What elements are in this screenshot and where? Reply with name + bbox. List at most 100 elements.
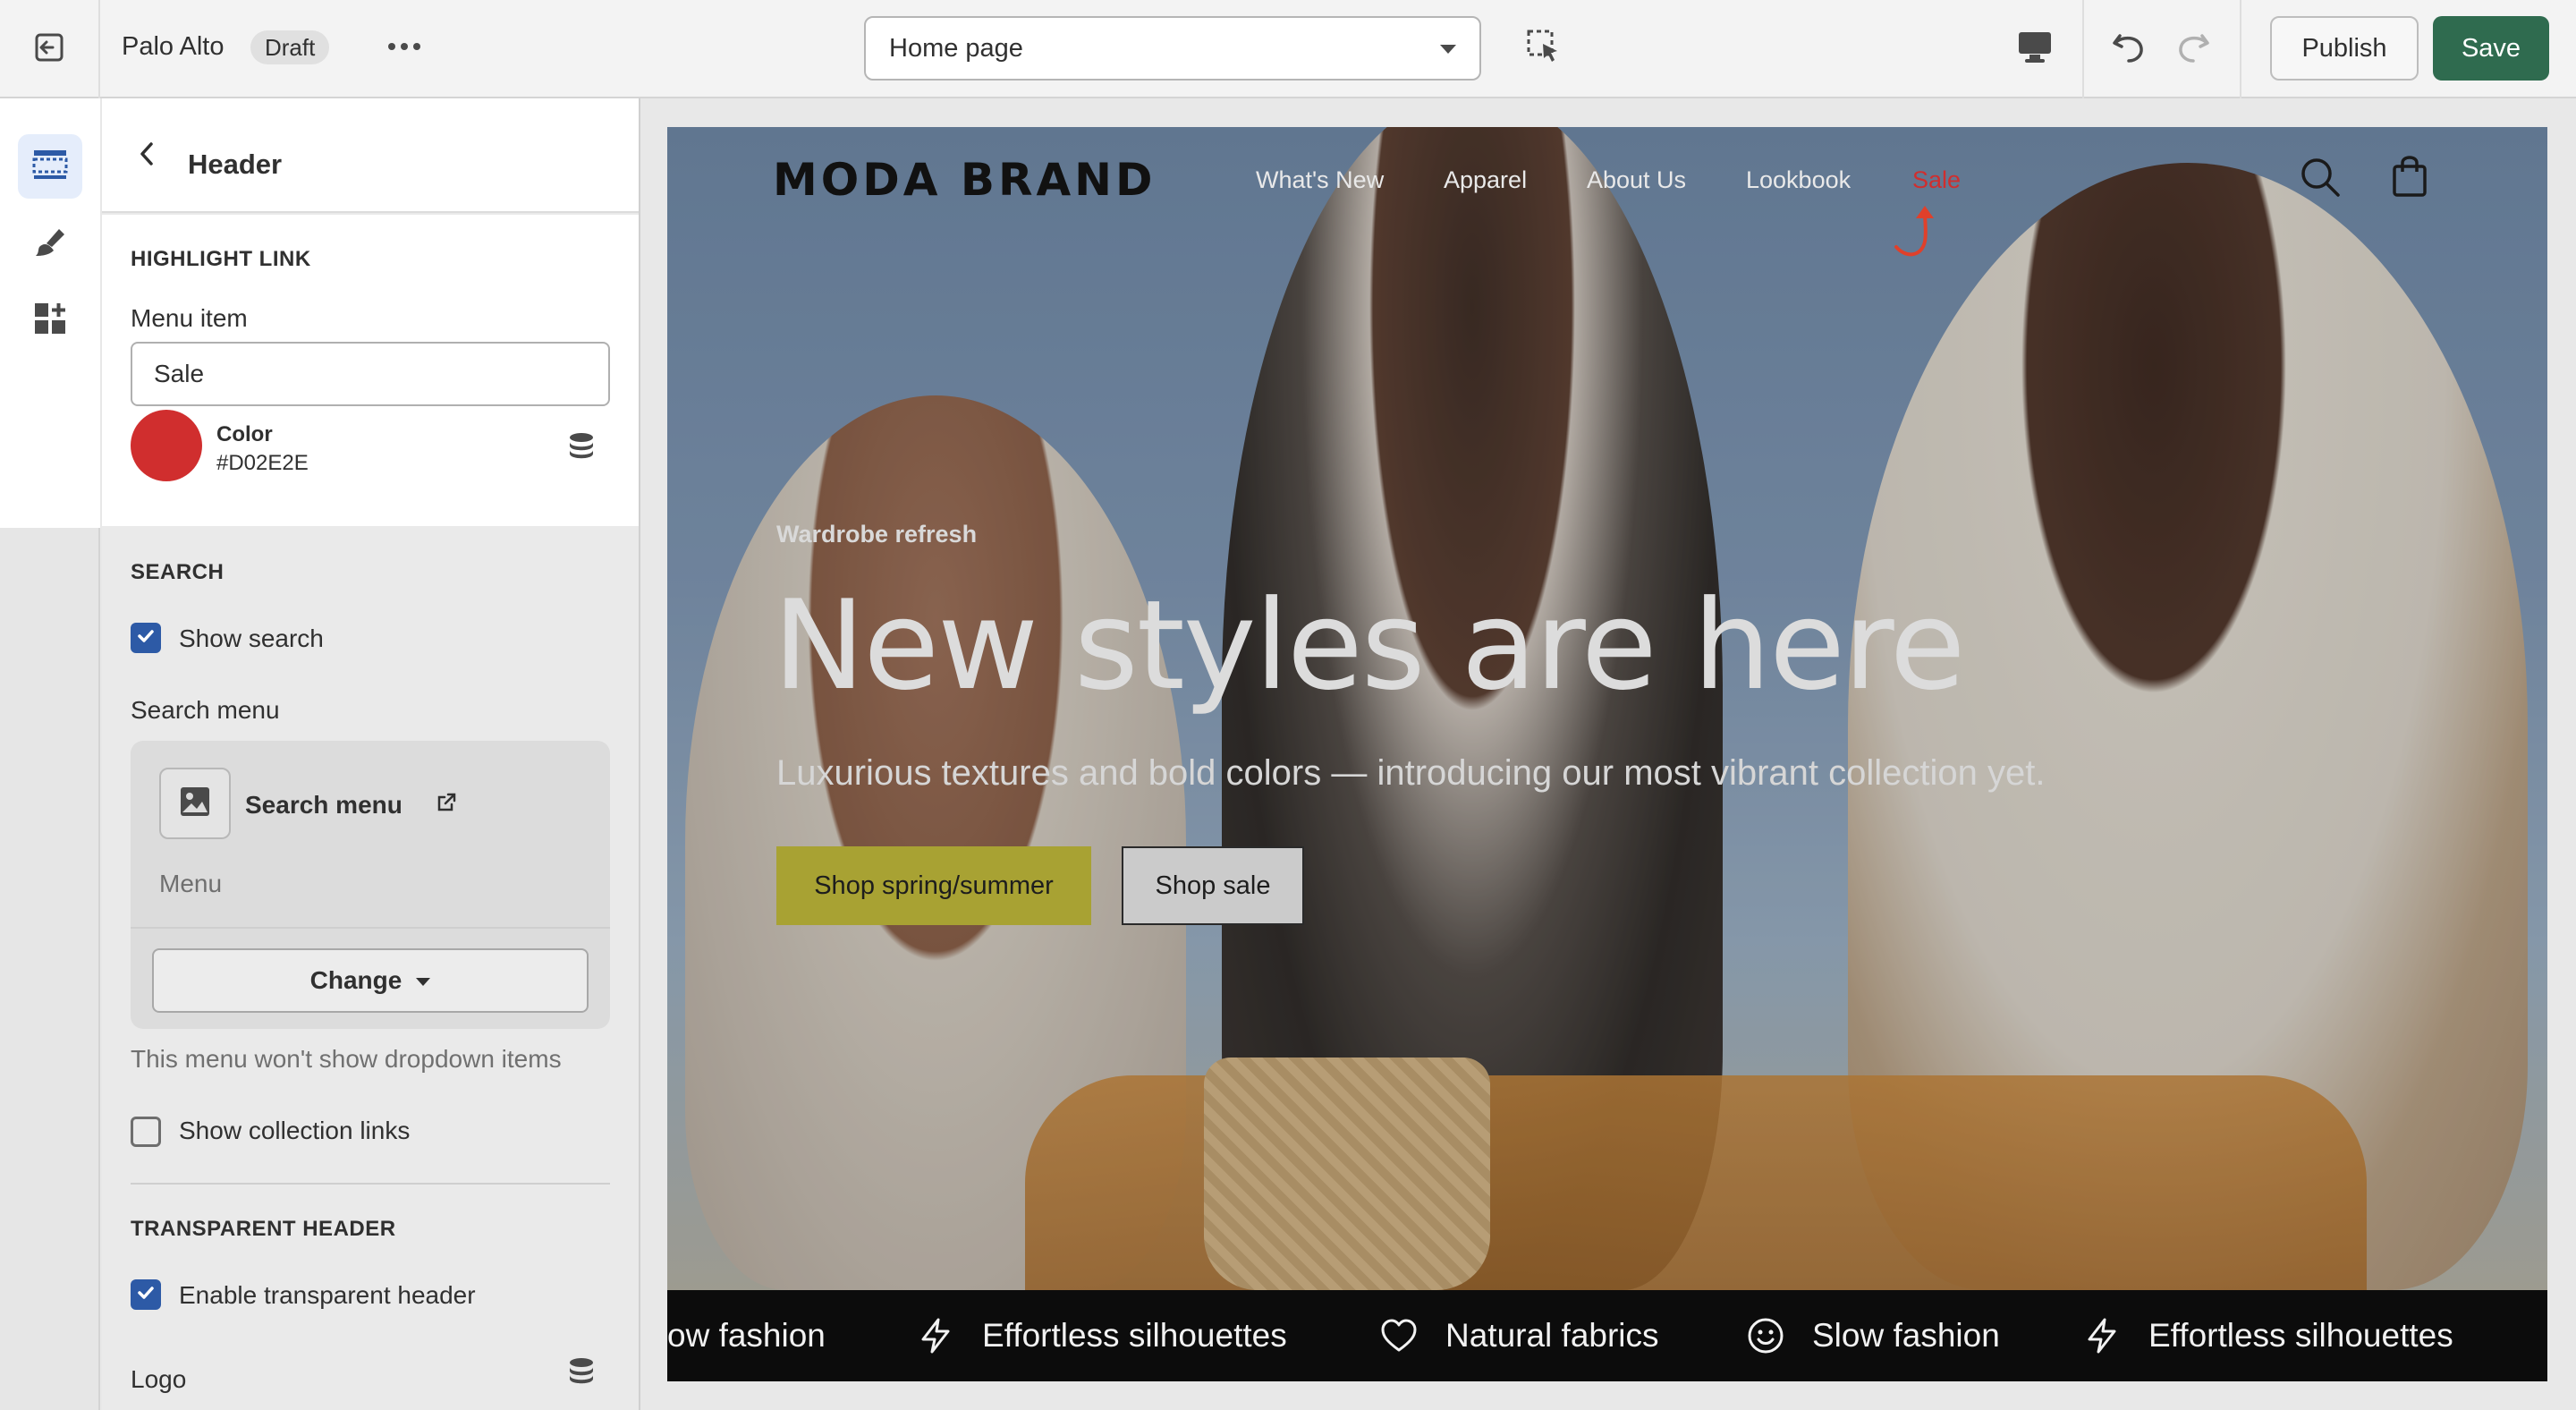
color-label: Color [216, 422, 273, 446]
apps-icon [32, 301, 68, 341]
change-menu-button[interactable]: Change [152, 948, 589, 1013]
menu-card-subtitle: Menu [159, 870, 223, 897]
menu-thumbnail [159, 768, 231, 839]
section-divider [131, 1183, 610, 1185]
panel-header: Header [102, 98, 639, 213]
undo-icon [2109, 27, 2148, 71]
marquee-text: ow fashion [667, 1317, 826, 1354]
smile-icon [1746, 1316, 1785, 1355]
transparent-header-heading: TRANSPARENT HEADER [131, 1217, 396, 1241]
storefront-preview[interactable]: MODA BRAND What's New Apparel About Us L… [667, 127, 2547, 1381]
chevron-down-icon [1440, 45, 1456, 54]
undo-button[interactable] [2106, 25, 2152, 72]
hero-subtitle: Luxurious textures and bold colors — int… [776, 753, 2046, 793]
store-logo[interactable]: MODA BRAND [773, 154, 1157, 206]
redo-icon [2174, 27, 2213, 71]
page-selector-value: Home page [889, 34, 1023, 63]
highlight-arrow-icon [1894, 206, 1934, 257]
theme-settings-icon [32, 224, 68, 264]
inspect-icon [1525, 28, 1563, 70]
search-menu-help-text: This menu won't show dropdown items [131, 1045, 562, 1073]
shop-spring-summer-button[interactable]: Shop spring/summer [776, 846, 1091, 925]
topbar-divider [2240, 0, 2241, 98]
search-menu-label: Search menu [131, 696, 280, 724]
marquee-item: Effortless silhouettes [2082, 1290, 2453, 1381]
hero-eyebrow: Wardrobe refresh [776, 521, 978, 548]
nav-link-sale[interactable]: Sale [1912, 166, 1961, 194]
enable-transparent-header-label: Enable transparent header [179, 1281, 476, 1309]
menu-item-label: Menu item [131, 304, 248, 332]
redo-button[interactable] [2170, 25, 2216, 72]
caret-down-icon [416, 978, 431, 987]
show-collection-links-checkbox[interactable] [131, 1117, 161, 1147]
database-icon [567, 1356, 596, 1389]
save-button[interactable]: Save [2433, 16, 2549, 81]
sections-icon [32, 149, 68, 185]
image-icon [177, 784, 213, 824]
nav-link-apparel[interactable]: Apparel [1444, 166, 1527, 194]
search-menu-card: Search menu Menu Change [131, 741, 610, 1029]
page-selector[interactable]: Home page [864, 16, 1481, 81]
marquee-text: Effortless silhouettes [2148, 1317, 2453, 1354]
shop-sale-button[interactable]: Shop sale [1122, 846, 1304, 925]
rail-theme-settings-button[interactable] [18, 211, 82, 276]
menu-card-summary: Search menu Menu [131, 741, 610, 929]
external-link-icon[interactable] [435, 791, 458, 814]
menu-item-input[interactable]: Sale [131, 342, 610, 406]
highlight-link-section: HIGHLIGHT LINK Menu item Sale Color #D02… [102, 215, 639, 526]
checkmark-icon [135, 1282, 157, 1308]
settings-panel: Header HIGHLIGHT LINK Menu item Sale Col… [102, 98, 640, 1410]
marquee-item: Effortless silhouettes [916, 1290, 1287, 1381]
marquee-bar: ow fashion Effortless silhouettes Natura… [667, 1290, 2547, 1381]
marquee-text: Natural fabrics [1445, 1317, 1659, 1354]
lightning-icon [2082, 1316, 2122, 1355]
show-collection-links-label: Show collection links [179, 1117, 411, 1144]
enable-transparent-header-checkbox[interactable] [131, 1279, 161, 1310]
marquee-item: Slow fashion [1746, 1290, 2000, 1381]
topbar-divider [2082, 0, 2084, 98]
dynamic-source-button[interactable] [565, 431, 597, 463]
more-actions-button[interactable] [379, 27, 429, 70]
menu-card-title[interactable]: Search menu [245, 791, 402, 820]
chevron-left-icon [136, 140, 157, 172]
highlight-link-heading: HIGHLIGHT LINK [131, 247, 311, 271]
status-badge: Draft [250, 30, 330, 64]
marquee-text: Slow fashion [1812, 1317, 2000, 1354]
nav-link-lookbook[interactable]: Lookbook [1746, 166, 1851, 194]
rail-apps-button[interactable] [18, 288, 82, 352]
show-search-label: Show search [179, 624, 324, 652]
publish-button[interactable]: Publish [2270, 16, 2419, 81]
desktop-preview-button[interactable] [2012, 27, 2057, 72]
search-heading: SEARCH [131, 560, 225, 584]
checkmark-icon [135, 625, 157, 651]
show-search-checkbox[interactable] [131, 623, 161, 653]
lightning-icon [916, 1316, 955, 1355]
search-icon [2299, 156, 2342, 203]
editor-rail [0, 98, 100, 1410]
rail-sections-button[interactable] [18, 134, 82, 199]
store-name: Palo Alto [122, 32, 225, 61]
exit-button[interactable] [0, 0, 100, 98]
change-label: Change [309, 966, 402, 994]
bag-icon [2392, 154, 2428, 203]
desktop-icon [2016, 30, 2054, 70]
panel-title: Header [188, 149, 283, 180]
nav-link-about-us[interactable]: About Us [1587, 166, 1686, 194]
header-search-button[interactable] [2297, 156, 2343, 202]
color-swatch[interactable] [131, 410, 202, 481]
heart-icon [1379, 1316, 1419, 1355]
color-value: #D02E2E [216, 451, 309, 475]
inspect-button[interactable] [1521, 25, 1567, 72]
logo-dynamic-source-button[interactable] [565, 1356, 597, 1389]
exit-icon [31, 30, 67, 70]
back-button[interactable] [129, 138, 165, 174]
marquee-text: Effortless silhouettes [982, 1317, 1287, 1354]
marquee-item: ow fashion [667, 1290, 826, 1381]
logo-label: Logo [131, 1365, 187, 1393]
header-cart-button[interactable] [2388, 154, 2431, 202]
database-icon [567, 431, 596, 464]
hero-title: New styles are here [773, 573, 1966, 718]
more-icon [386, 40, 422, 56]
nav-link-whats-new[interactable]: What's New [1256, 166, 1384, 194]
editor-topbar: Palo Alto Draft Home page Publish Save [0, 0, 2576, 98]
